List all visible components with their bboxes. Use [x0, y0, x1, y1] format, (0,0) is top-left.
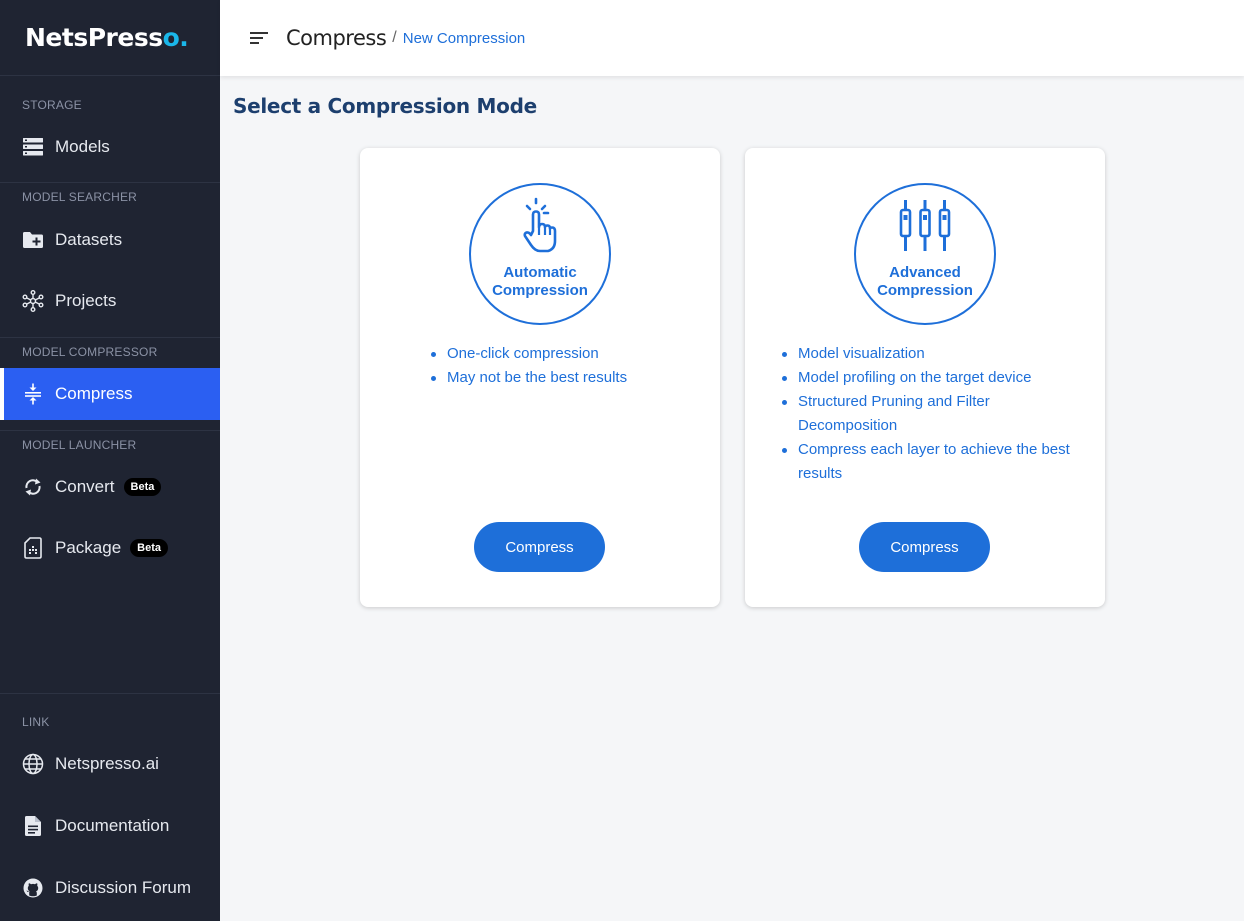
sidebar-divider — [0, 182, 220, 183]
folder-plus-icon — [22, 229, 44, 251]
sidebar-item-discussion-forum-label: Discussion Forum — [55, 878, 192, 897]
advanced-mode-name: Advanced Compression — [870, 264, 980, 300]
beta-badge: Beta — [123, 478, 162, 496]
sidebar-item-datasets[interactable]: Datasets — [0, 214, 220, 266]
list-item: Compress each layer to achieve the best … — [781, 438, 1071, 486]
sidebar-item-convert[interactable]: Convert Beta — [0, 461, 220, 513]
section-label-link: LINK — [22, 715, 50, 729]
advanced-compress-button[interactable]: Compress — [859, 522, 990, 572]
menu-icon[interactable] — [248, 27, 270, 49]
section-label-storage: STORAGE — [22, 98, 82, 112]
automatic-mode-option[interactable]: Automatic Compression — [469, 183, 611, 325]
sidebar-item-documentation[interactable]: Documentation — [0, 800, 220, 852]
section-label-model-launcher: MODEL LAUNCHER — [22, 438, 137, 452]
sidebar-item-models-label: Models — [55, 137, 110, 156]
sidebar-item-compress-label: Compress — [55, 384, 133, 403]
github-icon — [22, 877, 44, 899]
automatic-compression-card: Automatic Compression One-click compress… — [360, 148, 720, 607]
sidebar-item-projects-label: Projects — [55, 291, 117, 310]
logo-dot: . — [179, 23, 189, 52]
touch-hand-icon — [518, 185, 562, 260]
sidebar-item-package-label: Package — [55, 538, 122, 557]
logo-area: NetsPresso. — [0, 0, 220, 76]
list-item: Model visualization — [781, 342, 1071, 366]
sidebar: NetsPresso. STORAGE Models MODEL SEARCHE… — [0, 0, 220, 921]
compress-icon — [22, 383, 44, 405]
section-label-model-searcher: MODEL SEARCHER — [22, 190, 138, 204]
advanced-mode-name-line2: Compression — [877, 282, 973, 299]
sidebar-item-models[interactable]: Models — [0, 121, 220, 173]
list-item: One-click compression — [430, 342, 690, 366]
automatic-compress-button[interactable]: Compress — [474, 522, 605, 572]
list-item: Model profiling on the target device — [781, 366, 1071, 390]
page-title: Select a Compression Mode — [233, 94, 537, 118]
sidebar-item-projects[interactable]: Projects — [0, 275, 220, 327]
app-root: NetsPresso. STORAGE Models MODEL SEARCHE… — [0, 0, 1244, 921]
sidebar-item-convert-label: Convert — [55, 477, 115, 496]
sidebar-item-compress[interactable]: Compress — [0, 368, 220, 420]
advanced-mode-name-line1: Advanced — [889, 264, 961, 281]
automatic-feature-list: One-click compression May not be the bes… — [430, 342, 690, 390]
section-label-model-compressor: MODEL COMPRESSOR — [22, 345, 158, 359]
sim-card-icon — [22, 537, 44, 559]
breadcrumb-new-compression[interactable]: New Compression — [403, 30, 526, 47]
sidebar-divider — [0, 337, 220, 338]
sidebar-item-netspresso-ai-label: Netspresso.ai — [55, 754, 159, 773]
list-item: Structured Pruning and Filter Decomposit… — [781, 390, 1071, 438]
beta-badge: Beta — [130, 539, 169, 557]
logo-text: NetsPress — [25, 23, 163, 52]
globe-icon — [22, 753, 44, 775]
sidebar-item-netspresso-ai[interactable]: Netspresso.ai — [0, 738, 220, 790]
automatic-mode-name-line2: Compression — [492, 282, 588, 299]
document-icon — [22, 815, 44, 837]
sidebar-item-documentation-label: Documentation — [55, 816, 170, 835]
advanced-feature-list: Model visualization Model profiling on t… — [781, 342, 1071, 486]
advanced-mode-option[interactable]: Advanced Compression — [854, 183, 996, 325]
sidebar-divider — [0, 430, 220, 431]
breadcrumb-separator: / — [392, 29, 397, 46]
topbar: Compress / New Compression — [220, 0, 1244, 76]
automatic-mode-name: Automatic Compression — [485, 264, 595, 300]
automatic-mode-name-line1: Automatic — [503, 264, 577, 281]
sidebar-item-datasets-label: Datasets — [55, 230, 123, 249]
network-icon — [22, 290, 44, 312]
advanced-compression-card: Advanced Compression Model visualization… — [745, 148, 1105, 607]
sidebar-item-package[interactable]: Package Beta — [0, 522, 220, 574]
logo-end: o — [162, 23, 180, 52]
sync-icon — [22, 476, 44, 498]
logo[interactable]: NetsPresso. — [25, 23, 189, 52]
list-item: May not be the best results — [430, 366, 690, 390]
storage-icon — [22, 136, 44, 158]
sidebar-item-discussion-forum[interactable]: Discussion Forum — [0, 862, 220, 914]
equalizer-icon — [898, 185, 952, 260]
sidebar-divider — [0, 693, 220, 694]
breadcrumb-main: Compress — [286, 26, 387, 50]
